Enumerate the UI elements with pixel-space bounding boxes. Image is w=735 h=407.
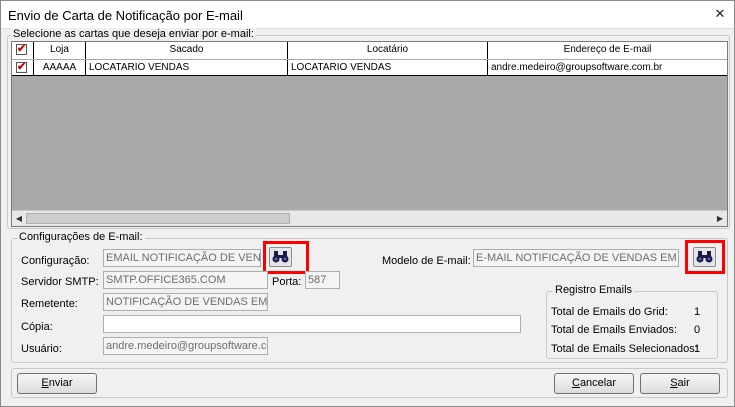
registro-enviados-label: Total de Emails Enviados:: [551, 324, 677, 336]
header-checkbox-icon[interactable]: ✔: [16, 44, 27, 55]
registro-grid-label: Total de Emails do Grid:: [551, 306, 668, 318]
cell-locatario: LOCATARIO VENDAS: [288, 60, 488, 76]
cell-loja: AAAAA: [34, 60, 86, 76]
porta-label: Porta:: [272, 276, 302, 288]
letters-grid[interactable]: ✔ Loja Sacado Locatário Endereço de E-ma…: [11, 41, 728, 227]
modelo-search-highlight: [685, 240, 725, 274]
header-email[interactable]: Endereço de E-mail: [488, 42, 727, 59]
modelo-field[interactable]: E-MAIL NOTIFICAÇÃO DE VENDAS EM ATRASO: [473, 249, 679, 267]
sair-button[interactable]: Sair: [640, 373, 720, 394]
remetente-label: Remetente:: [21, 298, 78, 310]
usuario-label: Usuário:: [21, 343, 62, 355]
header-loja[interactable]: Loja: [34, 42, 86, 59]
configuracao-label: Configuração:: [21, 255, 90, 267]
scroll-left-icon[interactable]: ◀: [13, 213, 25, 225]
horizontal-scrollbar[interactable]: ◀ ▶: [12, 210, 727, 226]
modelo-label: Modelo de E-mail:: [382, 255, 471, 267]
configuracao-field[interactable]: EMAIL NOTIFICAÇÃO DE VENDAS: [103, 249, 261, 267]
selection-group-label: Selecione as cartas que deseja enviar po…: [11, 28, 256, 40]
remetente-field[interactable]: NOTIFICAÇÃO DE VENDAS EM ATRASO: [103, 293, 268, 311]
header-locatario[interactable]: Locatário: [288, 42, 488, 59]
close-button[interactable]: ✕: [712, 6, 728, 22]
copia-field[interactable]: [103, 315, 521, 333]
window-title: Envio de Carta de Notificação por E-mail: [8, 8, 243, 23]
copia-label: Cópia:: [21, 321, 53, 333]
configuracao-search-highlight: [263, 241, 309, 274]
cell-sacado: LOCATARIO VENDAS: [86, 60, 288, 76]
header-check[interactable]: ✔: [12, 42, 34, 59]
scrollbar-thumb[interactable]: [26, 213, 290, 224]
row-check-cell[interactable]: ✔: [12, 60, 34, 76]
header-sacado[interactable]: Sacado: [86, 42, 288, 59]
scroll-right-icon[interactable]: ▶: [714, 213, 726, 225]
row-checkbox-icon[interactable]: ✔: [16, 62, 27, 73]
registro-selecionados-label: Total de Emails Selecionados:: [551, 343, 698, 355]
table-row[interactable]: ✔ AAAAA LOCATARIO VENDAS LOCATARIO VENDA…: [12, 60, 727, 76]
registro-enviados-value: 0: [694, 324, 701, 336]
enviar-button[interactable]: Enviar: [17, 373, 97, 394]
dialog-window: Envio de Carta de Notificação por E-mail…: [0, 0, 735, 407]
usuario-field[interactable]: andre.medeiro@groupsoftware.com.br: [103, 337, 268, 355]
registro-grid-value: 1: [694, 306, 701, 318]
registro-label: Registro Emails: [553, 284, 635, 296]
porta-field[interactable]: 587: [305, 271, 340, 289]
title-bar: Envio de Carta de Notificação por E-mail…: [1, 1, 734, 29]
registro-selecionados-value: 1: [694, 343, 701, 355]
cell-email: andre.medeiro@groupsoftware.com.br: [491, 62, 663, 73]
servidor-field[interactable]: SMTP.OFFICE365.COM: [103, 271, 268, 289]
email-config-label: Configurações de E-mail:: [17, 231, 145, 243]
servidor-label: Servidor SMTP:: [21, 276, 99, 288]
grid-header: ✔ Loja Sacado Locatário Endereço de E-ma…: [12, 42, 727, 59]
cancelar-button[interactable]: Cancelar: [554, 373, 634, 394]
